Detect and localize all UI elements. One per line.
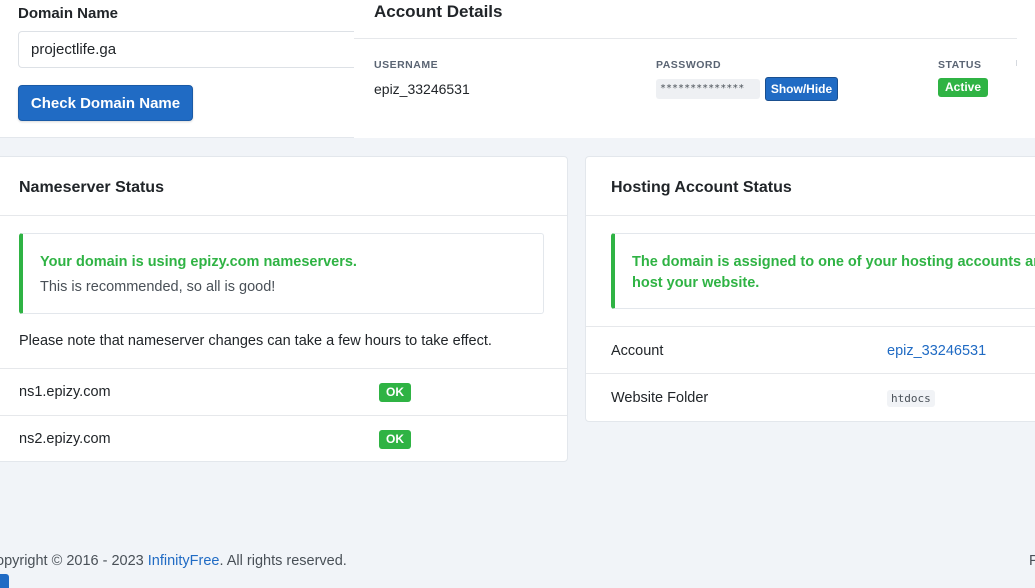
website-folder-value: htdocs [887, 390, 935, 407]
show-hide-password-button[interactable]: Show/Hide [765, 77, 838, 101]
nameserver-status-title: Nameserver Status [19, 179, 164, 196]
username-value: epiz_33246531 [374, 81, 470, 97]
domain-name-label: Domain Name [18, 5, 119, 22]
hosting-status-title: Hosting Account Status [611, 179, 792, 196]
hosting-alert: The domain is assigned to one of your ho… [611, 233, 1035, 309]
password-value: ************** [656, 79, 760, 99]
account-details-title: Account Details [374, 2, 503, 21]
divider [1016, 60, 1017, 66]
divider [586, 326, 1035, 327]
divider [586, 215, 1035, 216]
nameserver-alert: Your domain is using epizy.com nameserve… [19, 233, 544, 314]
nameserver-1: ns1.epizy.com [19, 384, 111, 400]
nameserver-note: Please note that nameserver changes can … [19, 333, 492, 349]
status-badge: Active [938, 78, 989, 97]
username-header: USERNAME [374, 59, 439, 71]
divider [0, 368, 567, 369]
footer-right-text: P [1029, 553, 1035, 569]
divider [0, 215, 567, 216]
footer-copyright: opyright © 2016 - 2023 InfinityFree. All… [0, 553, 347, 569]
nameserver-alert-text: This is recommended, so all is good! [40, 279, 276, 295]
status-header: STATUS [938, 59, 982, 71]
hosting-account-status-card: Hosting Account Status The domain is ass… [585, 156, 1035, 422]
hosting-alert-line1: The domain is assigned to one of your ho… [632, 254, 1035, 270]
infinityfree-link[interactable]: InfinityFree [148, 553, 220, 569]
nameserver-2-status-badge: OK [379, 430, 411, 449]
top-section: Domain Name Check Domain Name Account De… [0, 0, 1035, 138]
website-folder-label: Website Folder [611, 390, 709, 406]
account-row-label: Account [611, 343, 664, 359]
nameserver-alert-title: Your domain is using epizy.com nameserve… [40, 254, 357, 270]
domain-name-input[interactable] [18, 31, 363, 68]
scroll-to-top-button[interactable] [0, 574, 9, 588]
copyright-text: opyright © 2016 - 2023 [0, 553, 148, 569]
nameserver-status-card: Nameserver Status Your domain is using e… [0, 156, 568, 462]
password-header: PASSWORD [656, 59, 722, 71]
copyright-suffix: . All rights reserved. [219, 553, 347, 569]
divider [586, 373, 1035, 374]
account-details-card: Account Details USERNAME epiz_33246531 P… [354, 0, 1035, 138]
account-link[interactable]: epiz_33246531 [887, 343, 986, 359]
check-domain-button[interactable]: Check Domain Name [18, 85, 193, 121]
divider [354, 38, 1017, 39]
nameserver-2: ns2.epizy.com [19, 431, 111, 447]
divider [0, 415, 567, 416]
nameserver-1-status-badge: OK [379, 383, 411, 402]
hosting-alert-line2: host your website. [632, 275, 760, 291]
